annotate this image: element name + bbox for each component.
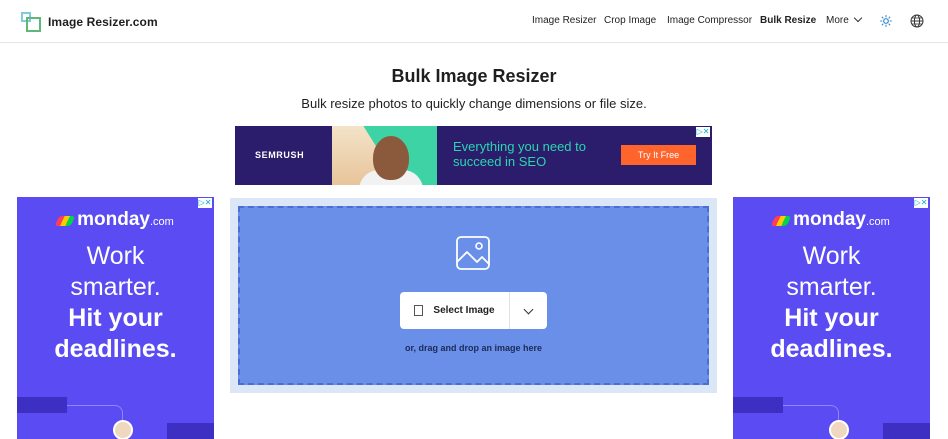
ad-decor-band (733, 397, 783, 413)
ad-side-brand-suffix: .com (150, 216, 174, 228)
nav-crop-image[interactable]: Crop Image (604, 15, 656, 26)
ad-side-logo: monday.com (733, 209, 930, 231)
chevron-down-icon (523, 304, 534, 314)
ad-line-1: Work (802, 242, 861, 270)
ad-line-4: deadlines. (54, 335, 177, 363)
select-image-button[interactable]: Select Image (400, 292, 509, 329)
ad-brand: SEMRUSH (255, 150, 305, 160)
page-title: Bulk Image Resizer (391, 66, 557, 86)
nav-more-label: More (826, 15, 849, 26)
ad-side-copy: Work smarter. Hit your deadlines. (733, 241, 930, 365)
ad-side-copy: Work smarter. Hit your deadlines. (17, 241, 214, 365)
ad-choices-icon[interactable]: ▷✕ (198, 198, 212, 208)
select-image-control: Select Image (400, 292, 547, 329)
ad-side-left[interactable]: monday.com Work smarter. Hit your deadli… (17, 197, 214, 439)
nav-more[interactable]: More (826, 13, 863, 26)
ad-decor-band (883, 423, 930, 439)
ad-side-right[interactable]: monday.com Work smarter. Hit your deadli… (733, 197, 930, 439)
ad-side-brand-suffix: .com (866, 216, 890, 228)
ad-headline: Everything you need to succeed in SEO (453, 139, 586, 169)
ad-side-logo: monday.com (17, 209, 214, 231)
ad-line-2: smarter. (786, 273, 877, 301)
ad-line-2: smarter. (70, 273, 161, 301)
nav-image-resizer[interactable]: Image Resizer (532, 15, 596, 26)
monday-mark-icon (54, 216, 76, 226)
logo-icon[interactable] (21, 12, 41, 32)
page-subtitle: Bulk resize photos to quickly change dim… (301, 96, 647, 111)
ad-line-3: Hit your (784, 304, 879, 332)
language-globe-icon[interactable] (910, 14, 924, 28)
ad-banner-top[interactable]: SEMRUSH Everything you need to succeed i… (235, 126, 712, 185)
drag-drop-hint: or, drag and drop an image here (404, 343, 543, 353)
ad-line-1: Work (86, 242, 145, 270)
select-image-label: Select Image (433, 305, 495, 316)
ad-cta-button[interactable]: Try It Free (621, 145, 696, 165)
theme-sun-icon[interactable] (880, 15, 892, 27)
ad-decor-band (167, 423, 214, 439)
file-icon (414, 305, 424, 316)
monday-mark-icon (770, 216, 792, 226)
ad-line-4: deadlines. (770, 335, 893, 363)
chevron-down-icon (853, 13, 863, 23)
ad-choices-icon[interactable]: ▷✕ (914, 198, 928, 208)
ad-side-brand: monday (793, 209, 866, 230)
top-header: Image Resizer.com Image Resizer Crop Ima… (0, 0, 948, 43)
ad-photo-face (373, 136, 409, 180)
select-source-dropdown[interactable] (510, 292, 547, 329)
nav-bulk-resize[interactable]: Bulk Resize (760, 15, 816, 26)
image-placeholder-icon (456, 236, 490, 270)
brand-name[interactable]: Image Resizer.com (48, 15, 158, 29)
avatar (113, 420, 133, 439)
nav-image-compressor[interactable]: Image Compressor (667, 15, 752, 26)
ad-line-3: Hit your (68, 304, 163, 332)
avatar (829, 420, 849, 439)
ad-side-brand: monday (77, 209, 150, 230)
ad-choices-icon[interactable]: ▷✕ (696, 127, 710, 137)
ad-decor-band (17, 397, 67, 413)
